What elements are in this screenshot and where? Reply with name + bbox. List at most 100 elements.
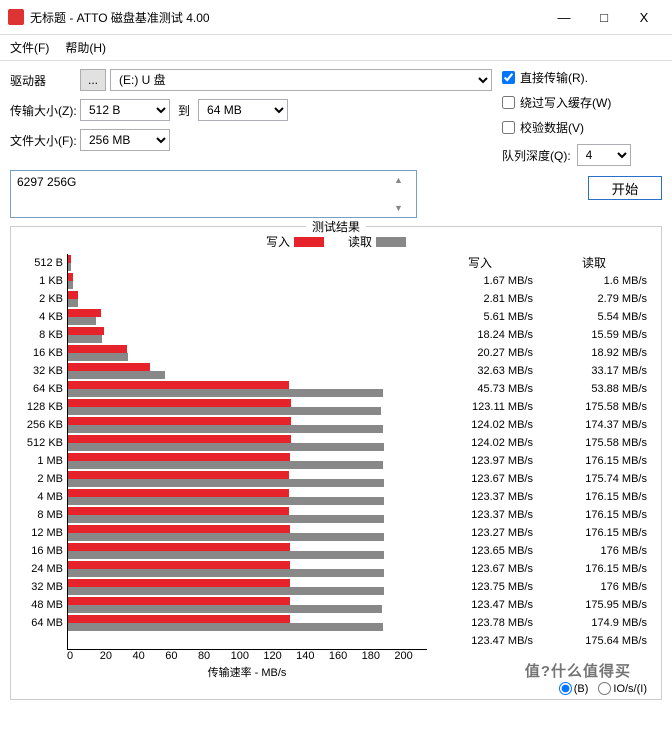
write-bar: [68, 615, 290, 623]
write-value: 32.63 MB/s: [427, 362, 533, 380]
write-bar: [68, 327, 104, 335]
write-value: 123.67 MB/s: [427, 560, 533, 578]
bar-row: [68, 326, 427, 344]
x-tick: 40: [132, 650, 165, 662]
x-tick: 20: [100, 650, 133, 662]
write-value: 1.67 MB/s: [427, 272, 533, 290]
read-bar: [68, 569, 384, 577]
read-bar: [68, 497, 384, 505]
y-axis-labels: 512 B1 KB2 KB4 KB8 KB16 KB32 KB64 KB128 …: [17, 254, 67, 650]
direct-io-checkbox[interactable]: 直接传输(R).: [502, 69, 662, 86]
read-value: 175.95 MB/s: [541, 596, 647, 614]
read-bar: [68, 587, 384, 595]
menu-help[interactable]: 帮助(H): [65, 39, 106, 56]
write-bar: [68, 399, 291, 407]
read-value: 176.15 MB/s: [541, 524, 647, 542]
y-tick: 512 B: [17, 254, 63, 272]
bar-row: [68, 578, 427, 596]
read-value: 1.6 MB/s: [541, 272, 647, 290]
description-box[interactable]: 6297 256G ▲▼: [10, 170, 417, 218]
file-size-select[interactable]: 256 MB: [80, 129, 170, 151]
transfer-from-select[interactable]: 512 B: [80, 99, 170, 121]
x-axis-ticks: 020406080100120140160180200: [67, 650, 427, 662]
menu-file[interactable]: 文件(F): [10, 39, 49, 56]
read-value: 175.58 MB/s: [541, 398, 647, 416]
read-bar: [68, 389, 383, 397]
read-value: 174.37 MB/s: [541, 416, 647, 434]
description-text[interactable]: 6297 256G: [17, 175, 394, 213]
read-bar: [68, 551, 384, 559]
write-value: 123.65 MB/s: [427, 542, 533, 560]
read-bar: [68, 263, 71, 271]
write-bar: [68, 345, 127, 353]
close-button[interactable]: X: [624, 6, 664, 28]
bar-row: [68, 596, 427, 614]
bar-row: [68, 542, 427, 560]
write-value: 45.73 MB/s: [427, 380, 533, 398]
read-value: 176.15 MB/s: [541, 488, 647, 506]
bar-row: [68, 434, 427, 452]
bypass-cache-checkbox[interactable]: 绕过写入缓存(W): [502, 94, 662, 111]
y-tick: 32 KB: [17, 362, 63, 380]
write-bar: [68, 435, 291, 443]
bar-row: [68, 308, 427, 326]
read-value: 33.17 MB/s: [541, 362, 647, 380]
browse-button[interactable]: ...: [80, 69, 106, 91]
write-value: 123.75 MB/s: [427, 578, 533, 596]
y-tick: 256 KB: [17, 416, 63, 434]
read-value: 176 MB/s: [541, 578, 647, 596]
read-value: 2.79 MB/s: [541, 290, 647, 308]
x-tick: 200: [394, 650, 427, 662]
write-bar: [68, 363, 150, 371]
read-value: 176.15 MB/s: [541, 452, 647, 470]
bar-row: [68, 344, 427, 362]
write-bar: [68, 309, 101, 317]
start-button[interactable]: 开始: [588, 176, 662, 200]
y-tick: 128 KB: [17, 398, 63, 416]
y-tick: 32 MB: [17, 578, 63, 596]
verify-data-checkbox[interactable]: 校验数据(V): [502, 119, 662, 136]
bar-row: [68, 398, 427, 416]
write-bar: [68, 381, 289, 389]
watermark: 值?什么值得买: [525, 660, 631, 681]
y-tick: 8 MB: [17, 506, 63, 524]
read-value: 175.74 MB/s: [541, 470, 647, 488]
x-tick: 100: [231, 650, 264, 662]
titlebar: 无标题 - ATTO 磁盘基准测试 4.00 — □ X: [0, 0, 672, 35]
to-label: 到: [170, 102, 198, 119]
write-value: 123.27 MB/s: [427, 524, 533, 542]
bar-row: [68, 290, 427, 308]
transfer-to-select[interactable]: 64 MB: [198, 99, 288, 121]
y-tick: 2 KB: [17, 290, 63, 308]
bar-row: [68, 470, 427, 488]
y-tick: 64 KB: [17, 380, 63, 398]
write-values-column: 写入1.67 MB/s2.81 MB/s5.61 MB/s18.24 MB/s2…: [427, 254, 541, 650]
chart-panel: 测试结果 写入 读取 512 B1 KB2 KB4 KB8 KB16 KB32 …: [10, 226, 662, 700]
read-bar: [68, 371, 165, 379]
y-tick: 4 KB: [17, 308, 63, 326]
write-value: 5.61 MB/s: [427, 308, 533, 326]
read-value: 176.15 MB/s: [541, 506, 647, 524]
window-title: 无标题 - ATTO 磁盘基准测试 4.00: [30, 9, 544, 26]
legend-write-swatch: [294, 237, 324, 247]
write-bar: [68, 273, 73, 281]
read-bar: [68, 461, 383, 469]
read-bar: [68, 335, 102, 343]
maximize-button[interactable]: □: [584, 6, 624, 28]
read-bar: [68, 443, 384, 451]
read-value: 176 MB/s: [541, 542, 647, 560]
minimize-button[interactable]: —: [544, 6, 584, 28]
queue-depth-select[interactable]: 4: [577, 144, 631, 166]
drive-select[interactable]: (E:) U 盘: [110, 69, 492, 91]
bar-row: [68, 452, 427, 470]
legend-read-swatch: [376, 237, 406, 247]
unit-iops-radio[interactable]: IO/s/(I): [598, 682, 647, 695]
write-value: 123.37 MB/s: [427, 488, 533, 506]
unit-mbps-radio[interactable]: (B): [559, 682, 589, 695]
read-bar: [68, 317, 96, 325]
chart-footer: (B) IO/s/(I): [17, 680, 655, 697]
chart-title: 测试结果: [306, 218, 366, 235]
scroll-buttons[interactable]: ▲▼: [394, 175, 410, 213]
read-bar: [68, 515, 384, 523]
app-icon: [8, 9, 24, 25]
